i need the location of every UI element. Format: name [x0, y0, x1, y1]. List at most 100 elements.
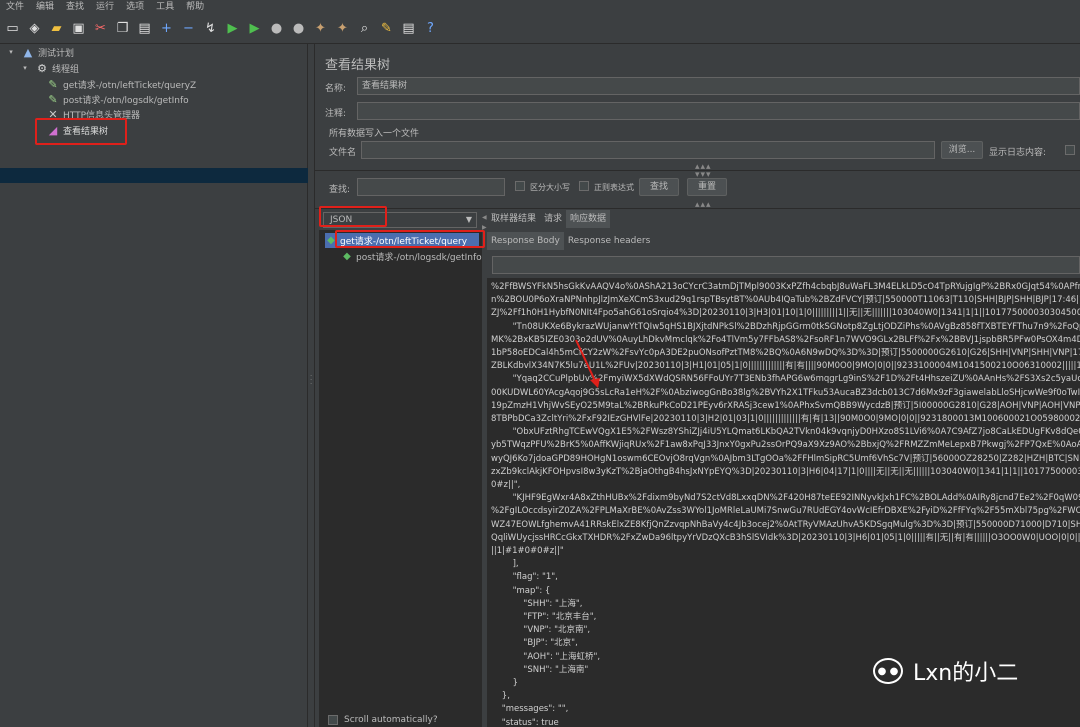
- result-item-post[interactable]: ◆ post请求-/otn/logsdk/getInfo: [341, 249, 482, 264]
- response-line: %2FgILOccdsyirZ0ZA%2FPLMaXrBE%0AvZss3WYo…: [491, 506, 1080, 517]
- tree-item-label: 线程组: [52, 64, 80, 75]
- response-line: "FTP": "北京丰台",: [491, 612, 597, 622]
- response-line: }: [491, 678, 519, 688]
- reset-button[interactable]: 重置: [687, 178, 727, 196]
- find-button[interactable]: 查找: [639, 178, 679, 196]
- menu-item[interactable]: 文件: [0, 0, 30, 14]
- pipette-icon: ✎: [48, 92, 58, 106]
- start-no-pause-icon[interactable]: ▶: [246, 20, 263, 37]
- log-errors-checkbox[interactable]: [1065, 145, 1075, 155]
- tree-item-post-request[interactable]: ✎ post请求-/otn/logsdk/getInfo: [46, 92, 188, 106]
- response-line: "map": {: [491, 585, 551, 596]
- function-helper-icon[interactable]: ▤: [400, 20, 417, 37]
- tab-request[interactable]: 请求: [540, 210, 566, 228]
- tree-item-label: 测试计划: [38, 48, 75, 59]
- response-line: WZ47EOWLfghemvA41RRskElxZE8KfjQnZzvqpNhB…: [491, 519, 1080, 530]
- test-plan-icon: ▲: [23, 45, 33, 59]
- file-section-title: 所有数据写入一个文件: [329, 129, 420, 139]
- watermark: ● ● Lxn的小二: [873, 655, 1018, 687]
- menu-item[interactable]: 查找: [60, 0, 90, 14]
- scroll-automatically-checkbox[interactable]: [328, 715, 338, 725]
- stop-icon[interactable]: ●: [268, 20, 285, 37]
- new-icon[interactable]: ▭: [4, 20, 21, 37]
- menu-item[interactable]: 工具: [150, 0, 180, 14]
- divider: [315, 208, 1080, 209]
- response-search-input[interactable]: [492, 256, 1080, 274]
- highlight-box: [319, 206, 387, 227]
- template-icon[interactable]: ◈: [26, 20, 43, 37]
- tab-sampler-result[interactable]: 取样器结果: [487, 210, 540, 228]
- tree-selection-highlight: [0, 168, 308, 183]
- pipette-icon: ✎: [48, 77, 58, 91]
- shutdown-icon[interactable]: ●: [290, 20, 307, 37]
- menu-bar: 文件 编辑 查找 运行 选项 工具 帮助: [0, 0, 1080, 14]
- collapse-icon[interactable]: ▾: [18, 61, 32, 75]
- response-line: "BJP": "北京",: [491, 638, 578, 649]
- regex-checkbox[interactable]: [579, 181, 589, 191]
- response-line: "AOH": "上海虹桥",: [491, 651, 601, 662]
- collapse-icon[interactable]: ▾: [4, 45, 18, 59]
- comment-label: 注释:: [325, 109, 347, 119]
- tab-response-headers[interactable]: Response headers: [564, 232, 654, 250]
- help-icon[interactable]: ?: [422, 20, 439, 37]
- watermark-text: Lxn的小二: [913, 661, 1019, 686]
- clear-all-icon[interactable]: ✦: [334, 20, 351, 37]
- result-item-label: post请求-/otn/logsdk/getInfo: [356, 253, 482, 263]
- case-sensitive-checkbox[interactable]: [515, 181, 525, 191]
- splitter[interactable]: · · ·: [308, 44, 315, 727]
- response-line: MK%2BxKB5IZE0303o2dUV%0AuyLhDkvMmclqk%2F…: [491, 334, 1080, 345]
- response-line: "VNP": "北京南",: [491, 625, 591, 636]
- toggle-icon[interactable]: ↯: [202, 20, 219, 37]
- browse-button[interactable]: 浏览...: [941, 141, 983, 159]
- menu-item[interactable]: 帮助: [180, 0, 210, 14]
- results-list: ◆ get请求-/otn/leftTicket/query ◆ post请求-/…: [319, 230, 482, 727]
- tab-response-body[interactable]: Response Body: [487, 232, 564, 250]
- tree-item-get-request[interactable]: ✎ get请求-/otn/leftTicket/queryZ: [46, 77, 196, 91]
- tab-response-data[interactable]: 响应数据: [566, 210, 611, 228]
- response-line: 00KUDWL60YAcgAqoj9G5sLcRa1eH%2F%0Abziwog…: [491, 387, 1080, 398]
- gear-icon: ⚙: [37, 61, 47, 75]
- scroll-automatically-toggle[interactable]: Scroll automatically?: [328, 715, 438, 725]
- open-icon[interactable]: ▰: [48, 20, 65, 37]
- paste-icon[interactable]: ▤: [136, 20, 153, 37]
- response-line: ],: [491, 559, 519, 570]
- response-line: },: [491, 691, 510, 702]
- clear-icon[interactable]: ✦: [312, 20, 329, 37]
- name-input[interactable]: 查看结果树: [357, 77, 1080, 95]
- comment-input[interactable]: [357, 102, 1080, 120]
- page-title: 查看结果树: [325, 58, 391, 73]
- tree-item-test-plan[interactable]: ▾ ▲ 测试计划: [4, 45, 74, 59]
- cut-icon[interactable]: ✂: [92, 20, 109, 37]
- reset-search-icon[interactable]: ✎: [378, 20, 395, 37]
- menu-item[interactable]: 编辑: [30, 0, 60, 14]
- splitter-grip-icon[interactable]: · · ·: [310, 373, 312, 388]
- find-input[interactable]: [357, 178, 505, 196]
- tree-item-label: get请求-/otn/leftTicket/queryZ: [63, 80, 197, 91]
- menu-item[interactable]: 选项: [120, 0, 150, 14]
- menu-item[interactable]: 运行: [90, 0, 120, 14]
- response-line: zxZb9kclAkjKFOHpvsI8w3yKzT%2BjaOthgB4hsJ…: [491, 466, 1080, 477]
- response-line: 1bP58oEDCal4h5mCfCY2zW%2FsvYc0pA3DE2puON…: [491, 348, 1080, 358]
- start-icon[interactable]: ▶: [224, 20, 241, 37]
- scroll-automatically-label: Scroll automatically?: [344, 715, 438, 725]
- log-only-label: 显示日志内容:: [989, 148, 1047, 158]
- response-line: ||1|#1#0#0#z||": [491, 546, 564, 556]
- remove-icon[interactable]: −: [180, 20, 197, 37]
- save-icon[interactable]: ▣: [70, 20, 87, 37]
- copy-icon[interactable]: ❐: [114, 20, 131, 37]
- search-icon[interactable]: ⌕: [356, 20, 373, 37]
- add-icon[interactable]: +: [158, 20, 175, 37]
- response-line: 8TBPbDCa3ZcltYri%2FxF92IEzGHVlFe|2023011…: [491, 414, 1080, 424]
- tab-scroll-left-icon[interactable]: ◀: [482, 214, 487, 221]
- response-line: yb5TWqzPFU%2BrK5%0AffKWjiqRUx%2F1aw8xPqJ…: [491, 440, 1080, 451]
- response-line: "SNH": "上海南": [491, 664, 589, 675]
- tree-item-thread-group[interactable]: ▾ ⚙ 线程组: [18, 61, 79, 75]
- response-line: 0#z||",: [491, 480, 521, 490]
- response-line: "messages": "",: [491, 704, 569, 715]
- response-line: 19pZmzH1VhjWvSEyO25M9taL%2BRkuPkCoD21PEy…: [491, 400, 1080, 411]
- response-line: "Yqaq2CCuPlpbUv%2FmyiWX5dXWdQSRN56FFoUYr…: [491, 374, 1080, 385]
- tab-scroll-right-icon[interactable]: ▶: [482, 224, 487, 231]
- response-subtabs: Response Body Response headers: [487, 232, 654, 250]
- filename-input[interactable]: [361, 141, 935, 159]
- regex-label: 正则表达式: [594, 183, 634, 192]
